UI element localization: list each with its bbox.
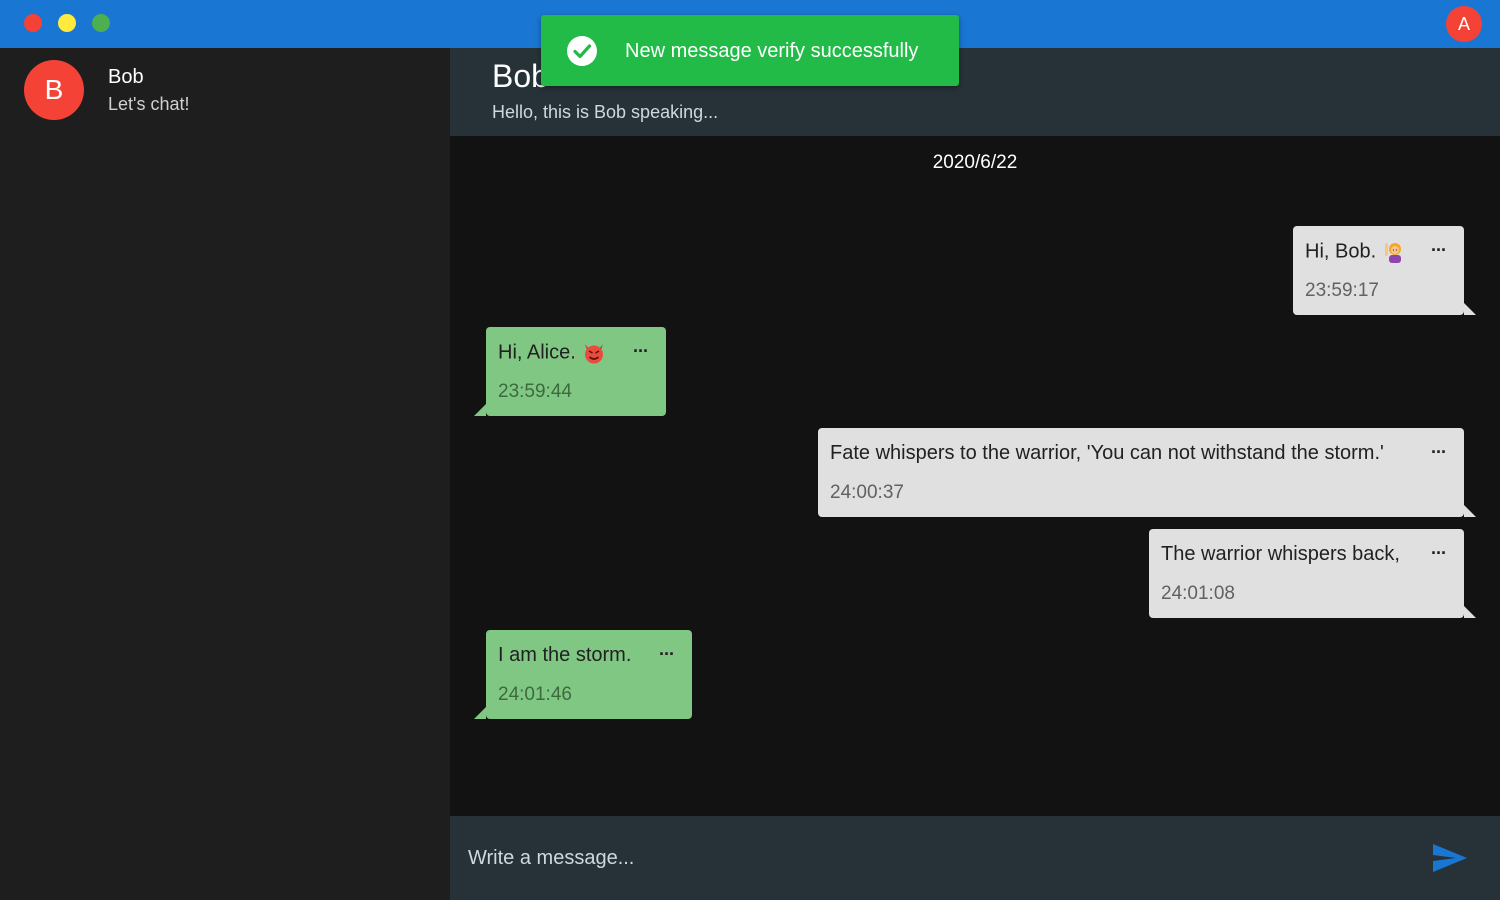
contact-name: Bob [108, 66, 144, 88]
message-time: 23:59:44 [498, 381, 572, 402]
message-text: Hi, Alice. [498, 341, 576, 364]
message-time: 24:01:08 [1161, 583, 1235, 604]
send-icon[interactable] [1430, 840, 1470, 876]
success-toast: New message verify successfully [541, 15, 959, 86]
chat-subtitle: Hello, this is Bob speaking... [492, 102, 719, 122]
contact-status: Let's chat! [108, 94, 190, 114]
message-more-button[interactable]: ··· [1431, 543, 1447, 564]
message-more-button[interactable]: ··· [1431, 442, 1447, 463]
message-time: 24:01:46 [498, 684, 572, 705]
message-time: 23:59:17 [1305, 280, 1379, 301]
message-more-button[interactable]: ··· [1431, 240, 1447, 261]
message-composer [450, 816, 1500, 900]
message-text: The warrior whispers back, [1161, 543, 1400, 565]
message-bubble: I am the storm. ··· 24:01:46 [474, 630, 692, 719]
message-bubble: Hi, Bob. ··· 23:59:17 [1293, 226, 1476, 315]
close-window-button[interactable] [24, 14, 42, 32]
contacts-sidebar: B Bob Let's chat! [0, 48, 450, 900]
toast-message: New message verify successfully [625, 40, 919, 62]
message-more-button[interactable]: ··· [659, 644, 675, 665]
contact-item-bob[interactable]: B Bob Let's chat! [0, 48, 450, 134]
woman-raising-hand-emoji-icon [1385, 243, 1402, 263]
message-bubble: The warrior whispers back, ··· 24:01:08 [1149, 529, 1476, 618]
date-separator: 2020/6/22 [932, 152, 1018, 173]
user-avatar[interactable]: A [1446, 6, 1482, 42]
contact-avatar: B [24, 60, 84, 120]
message-text: I am the storm. [498, 644, 632, 666]
message-text: Hi, Bob. [1305, 240, 1377, 263]
minimize-window-button[interactable] [58, 14, 76, 32]
message-list[interactable]: 2020/6/22 Hi, Bob. ··· 23:59:17 Hi, Alic… [450, 136, 1500, 816]
message-text: Fate whispers to the warrior, 'You can n… [830, 442, 1384, 464]
message-more-button[interactable]: ··· [633, 341, 649, 362]
message-bubble: Hi, Alice. ··· 23:59:44 [474, 327, 666, 416]
message-bubble: Fate whispers to the warrior, 'You can n… [818, 428, 1476, 517]
message-time: 24:00:37 [830, 482, 904, 503]
smiling-devil-emoji-icon [584, 344, 603, 364]
check-circle-icon [567, 36, 597, 66]
maximize-window-button[interactable] [92, 14, 110, 32]
message-input[interactable] [468, 838, 1408, 878]
